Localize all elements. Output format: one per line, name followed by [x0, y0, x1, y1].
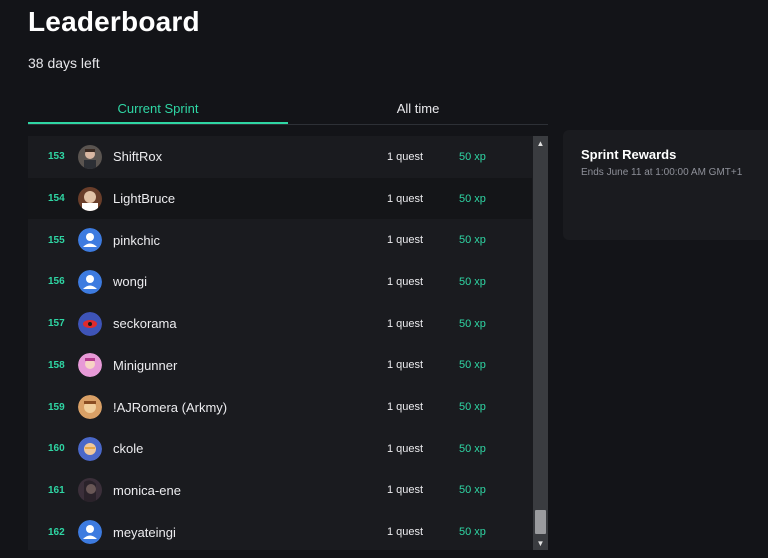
leaderboard-row[interactable]: 158 Minigunner 1 quest 50 xp: [28, 345, 532, 387]
username[interactable]: !AJRomera (Arkmy): [113, 400, 227, 415]
tab-current-sprint[interactable]: Current Sprint: [28, 94, 288, 124]
xp-value: 50 xp: [459, 442, 486, 455]
quest-count: 1 quest: [387, 442, 424, 455]
red-eye-icon: [78, 311, 102, 336]
leaderboard-row[interactable]: 153 ShiftRox 1 quest 50 xp: [28, 136, 532, 178]
rank-number: 153: [48, 151, 65, 163]
rank-number: 161: [48, 484, 65, 496]
username[interactable]: ckole: [113, 441, 143, 456]
username[interactable]: Minigunner: [113, 358, 177, 373]
cartoon-face-icon: [78, 436, 102, 461]
username[interactable]: seckorama: [113, 316, 177, 331]
quest-count: 1 quest: [387, 275, 424, 288]
leaderboard-row[interactable]: 160 ckole 1 quest 50 xp: [28, 428, 532, 470]
quest-count: 1 quest: [387, 234, 424, 247]
xp-value: 50 xp: [459, 401, 486, 414]
xp-value: 50 xp: [459, 484, 486, 497]
tab-all-time[interactable]: All time: [288, 94, 548, 124]
leaderboard-row[interactable]: 155 pinkchic 1 quest 50 xp: [28, 219, 532, 261]
leaderboard-row[interactable]: 162 meyateingi 1 quest 50 xp: [28, 511, 532, 550]
leaderboard-tabs: Current Sprint All time: [28, 94, 548, 125]
quest-count: 1 quest: [387, 401, 424, 414]
days-left-label: 38 days left: [28, 55, 100, 71]
quest-count: 1 quest: [387, 150, 424, 163]
xp-value: 50 xp: [459, 317, 486, 330]
rewards-title: Sprint Rewards: [581, 147, 677, 162]
username[interactable]: wongi: [113, 274, 147, 289]
orange-character-icon: [78, 395, 102, 420]
rewards-end-time: Ends June 11 at 1:00:00 AM GMT+1: [581, 167, 743, 178]
username[interactable]: ShiftRox: [113, 149, 162, 164]
rank-number: 156: [48, 276, 65, 288]
xp-value: 50 xp: [459, 192, 486, 205]
xp-value: 50 xp: [459, 234, 486, 247]
scrollbar[interactable]: ▲ ▼: [533, 136, 548, 550]
scroll-down-icon[interactable]: ▼: [533, 536, 548, 550]
rank-number: 157: [48, 318, 65, 330]
username[interactable]: LightBruce: [113, 191, 175, 206]
leaderboard-row[interactable]: 161 monica-ene 1 quest 50 xp: [28, 470, 532, 512]
rank-number: 155: [48, 234, 65, 246]
username[interactable]: pinkchic: [113, 233, 160, 248]
quest-count: 1 quest: [387, 192, 424, 205]
xp-value: 50 xp: [459, 275, 486, 288]
quest-count: 1 quest: [387, 359, 424, 372]
quest-count: 1 quest: [387, 526, 424, 539]
leaderboard-row[interactable]: 156 wongi 1 quest 50 xp: [28, 261, 532, 303]
default-user-icon: [78, 520, 102, 545]
leaderboard-row[interactable]: 154 LightBruce 1 quest 50 xp: [28, 177, 532, 220]
username[interactable]: monica-ene: [113, 483, 181, 498]
rank-number: 162: [48, 526, 65, 538]
quest-count: 1 quest: [387, 317, 424, 330]
rank-number: 159: [48, 401, 65, 413]
rank-number: 158: [48, 359, 65, 371]
xp-value: 50 xp: [459, 359, 486, 372]
quest-count: 1 quest: [387, 484, 424, 497]
default-user-icon: [78, 228, 102, 253]
scrollbar-thumb[interactable]: [535, 510, 546, 534]
photo-person-icon: [78, 186, 102, 211]
leaderboard-row[interactable]: 159 !AJRomera (Arkmy) 1 quest 50 xp: [28, 386, 532, 428]
leaderboard-list[interactable]: 153 ShiftRox 1 quest 50 xp 154 LightBruc…: [28, 136, 548, 550]
sprint-rewards-panel: Sprint Rewards Ends June 11 at 1:00:00 A…: [563, 130, 768, 240]
page-title: Leaderboard: [28, 6, 200, 37]
photo-woman-icon: [78, 478, 102, 503]
leaderboard-row[interactable]: 157 seckorama 1 quest 50 xp: [28, 303, 532, 345]
default-user-icon: [78, 269, 102, 294]
pink-character-icon: [78, 353, 102, 378]
rank-number: 160: [48, 443, 65, 455]
username[interactable]: meyateingi: [113, 525, 176, 540]
xp-value: 50 xp: [459, 526, 486, 539]
scroll-up-icon[interactable]: ▲: [533, 136, 548, 150]
rank-number: 154: [48, 193, 65, 205]
photo-man-icon: [78, 144, 102, 169]
xp-value: 50 xp: [459, 150, 486, 163]
